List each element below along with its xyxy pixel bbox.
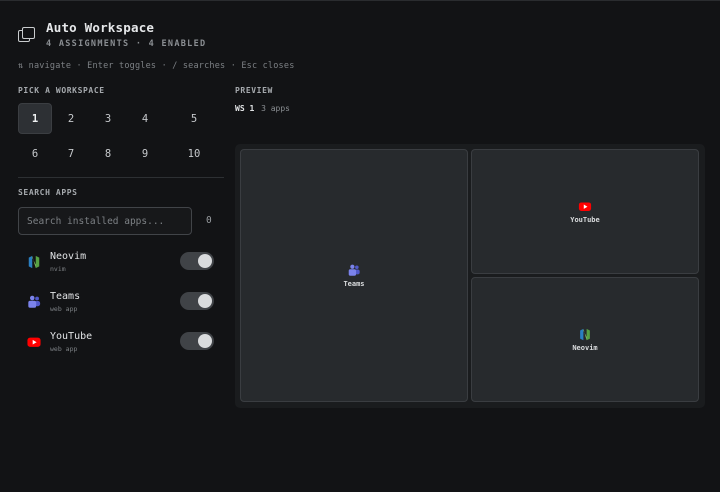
toggle-neovim[interactable]	[180, 252, 214, 270]
workspace-button-5[interactable]: 5	[177, 103, 211, 134]
app-kind: web app	[50, 345, 78, 353]
app-name: Neovim	[50, 251, 87, 262]
app-name: Teams	[50, 291, 81, 302]
app-row-teams[interactable]: Teams web app	[26, 291, 216, 317]
keyboard-hints: ⇅ navigate · Enter toggles · / searches …	[18, 61, 295, 71]
workspace-button-1[interactable]: 1	[18, 103, 52, 134]
divider	[18, 177, 224, 178]
app-window: Auto Workspace 4 ASSIGNMENTS · 4 ENABLED…	[0, 0, 720, 492]
preview-workspace-info: WS 1 3 apps	[235, 104, 290, 113]
preview-label: PREVIEW	[235, 86, 273, 95]
app-subtitle: 4 ASSIGNMENTS · 4 ENABLED	[46, 39, 207, 49]
tile-label: YouTube	[570, 215, 600, 224]
windows-icon	[18, 27, 36, 45]
toggle-youtube[interactable]	[180, 332, 214, 350]
app-kind: nvim	[50, 265, 66, 273]
title-wrap: Auto Workspace 4 ASSIGNMENTS · 4 ENABLED	[46, 19, 206, 49]
neovim-icon	[580, 328, 590, 340]
search-apps-label: SEARCH APPS	[18, 188, 78, 197]
workspace-button-3[interactable]: 3	[91, 103, 125, 134]
youtube-icon	[578, 201, 592, 211]
youtube-icon	[27, 337, 41, 347]
workspace-button-4[interactable]: 4	[128, 103, 162, 134]
header: Auto Workspace 4 ASSIGNMENTS · 4 ENABLED	[18, 19, 206, 53]
workspace-button-10[interactable]: 10	[177, 138, 211, 169]
preview-tile-youtube[interactable]: YouTube	[471, 149, 699, 274]
workspace-button-7[interactable]: 7	[54, 138, 88, 169]
preview-workspace-id: WS 1	[235, 104, 255, 113]
search-input[interactable]	[18, 207, 192, 235]
workspace-button-6[interactable]: 6	[18, 138, 52, 169]
app-title: Auto Workspace	[46, 20, 155, 35]
app-name: YouTube	[50, 331, 93, 342]
tile-label: Teams	[343, 279, 365, 288]
app-kind: web app	[50, 305, 78, 313]
preview-tile-teams[interactable]: Teams	[240, 149, 468, 402]
workspace-preview: Teams YouTube Neovim	[235, 144, 705, 408]
search-result-count: 0	[206, 215, 212, 226]
neovim-icon	[28, 255, 40, 269]
app-row-youtube[interactable]: YouTube web app	[26, 331, 216, 357]
toggle-teams[interactable]	[180, 292, 214, 310]
teams-icon	[28, 295, 41, 308]
workspace-picker-label: PICK A WORKSPACE	[18, 86, 105, 95]
preview-tile-neovim[interactable]: Neovim	[471, 277, 699, 402]
workspace-button-9[interactable]: 9	[128, 138, 162, 169]
workspace-grid: 1 2 3 4 5 6 7 8 9 10	[18, 103, 214, 165]
preview-app-count: 3 apps	[261, 104, 290, 113]
app-row-neovim[interactable]: Neovim nvim	[26, 251, 216, 277]
workspace-button-8[interactable]: 8	[91, 138, 125, 169]
teams-icon	[348, 264, 360, 276]
workspace-button-2[interactable]: 2	[54, 103, 88, 134]
tile-label: Neovim	[572, 343, 598, 352]
